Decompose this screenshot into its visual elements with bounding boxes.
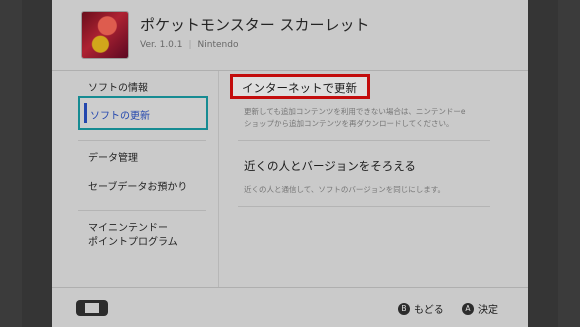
back-label: もどる — [414, 305, 444, 316]
sidebar-item-save-data-cloud[interactable]: セーブデータお預かり — [88, 181, 187, 195]
meta-separator: | — [188, 40, 192, 50]
settings-panel: ポケットモンスター スカーレット Ver. 1.0.1 | Nintendo ソフト… — [52, 0, 528, 327]
background-right — [558, 0, 580, 327]
confirm-label: 決定 — [478, 305, 498, 316]
sidebar-divider — [78, 210, 206, 211]
option-title: インターネットで更新 — [242, 81, 357, 95]
option-divider — [238, 206, 490, 207]
column-divider — [218, 71, 219, 287]
sidebar-item-data-management[interactable]: データ管理 — [88, 152, 138, 166]
header-divider — [52, 70, 528, 71]
version-label: Ver. 1.0.1 — [140, 40, 183, 50]
option-description: 近くの人と通信して、ソフトのバージョンを同じにします。 — [244, 185, 445, 194]
background-left — [0, 0, 22, 327]
b-button-icon: B — [398, 302, 410, 315]
software-header: ポケットモンスター スカーレット Ver. 1.0.1 | Nintendo — [52, 0, 528, 70]
option-description: ショップから追加コンテンツを再ダウンロードしてください。 — [244, 119, 454, 128]
sidebar-item-my-nintendo[interactable]: マイニンテンドー ポイントプログラム — [88, 222, 178, 250]
sidebar-item-label: マイニンテンドー — [88, 223, 168, 234]
footer: B もどる A 決定 — [52, 288, 528, 327]
match-version-local-button[interactable]: 近くの人とバージョンをそろえる — [244, 158, 416, 174]
game-cover-icon — [82, 12, 128, 58]
publisher-label: Nintendo — [197, 40, 239, 50]
a-button-icon: A — [462, 302, 474, 315]
sidebar-item-software-update[interactable]: ソフトの更新 — [78, 96, 208, 130]
game-title: ポケットモンスター スカーレット — [140, 16, 370, 34]
switch-console-icon — [76, 300, 108, 316]
update-via-internet-button[interactable]: インターネットで更新 — [230, 74, 370, 99]
game-meta: Ver. 1.0.1 | Nintendo — [140, 40, 238, 50]
confirm-hint[interactable]: A 決定 — [462, 301, 498, 316]
back-hint[interactable]: B もどる — [398, 301, 444, 316]
sidebar-divider — [78, 140, 206, 141]
option-description: 更新しても追加コンテンツを利用できない場合は、ニンテンドーe — [244, 107, 466, 116]
console-screen-shape — [82, 300, 102, 316]
option-divider — [238, 140, 490, 141]
sidebar-item-label: ソフトの更新 — [90, 111, 150, 122]
sidebar-item-label: ポイントプログラム — [88, 237, 178, 248]
joycon-right-shape — [102, 300, 108, 316]
sidebar-item-software-info[interactable]: ソフトの情報 — [88, 82, 148, 96]
selection-indicator — [84, 103, 87, 123]
